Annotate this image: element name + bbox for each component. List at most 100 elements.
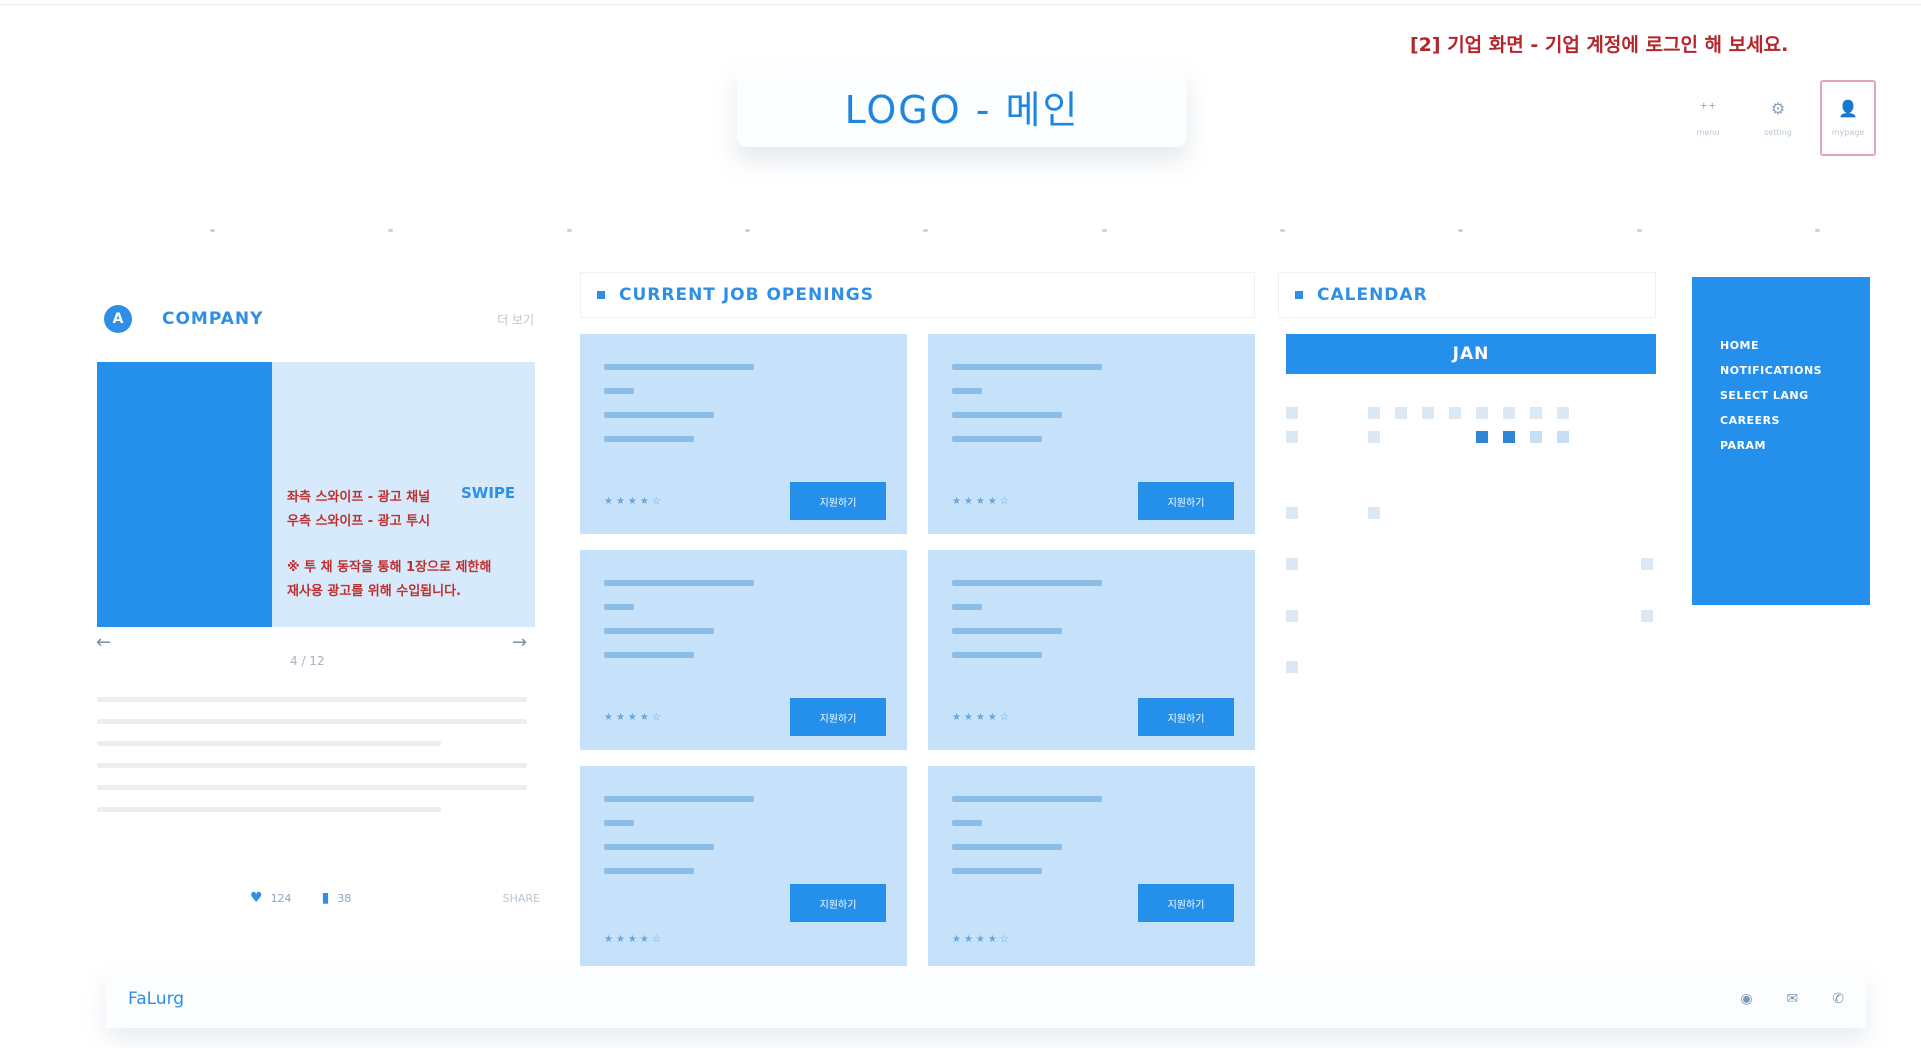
job-line <box>952 580 1102 586</box>
grid-icon: ⁺⁺ <box>1699 99 1717 118</box>
nav-dot[interactable] <box>1101 229 1107 232</box>
nav-dot[interactable] <box>1814 229 1820 232</box>
banner-text: ※ 투 채 동작을 통해 1장으로 제한해 <box>287 560 492 575</box>
job-line <box>604 580 754 586</box>
arrow-left-icon[interactable]: ← <box>96 632 111 653</box>
menu-label: menu <box>1696 128 1720 137</box>
location-icon[interactable]: ◉ <box>1740 991 1752 1007</box>
mypage-button[interactable]: 👤 mypage <box>1820 80 1876 156</box>
menu-button[interactable]: ⁺⁺ menu <box>1680 80 1736 156</box>
calendar-day[interactable] <box>1449 407 1461 419</box>
logo-header[interactable]: LOGO - 메인 <box>737 65 1187 147</box>
job-line <box>604 796 754 802</box>
apply-button[interactable]: 지원하기 <box>1138 884 1234 922</box>
job-line <box>604 628 714 634</box>
company-banner[interactable]: 좌측 스와이프 - 광고 채널 우측 스와이프 - 광고 투시 ※ 투 채 동작… <box>97 362 535 627</box>
heart-icon: ♥ <box>250 890 263 906</box>
nav-dot[interactable] <box>923 229 929 232</box>
calendar-day[interactable] <box>1530 431 1542 443</box>
job-grid: ★★★★☆ 지원하기 ★★★★☆ 지원하기 ★★★★☆ 지원하기 ★★★★☆ 지… <box>580 334 1255 966</box>
job-line <box>952 652 1042 658</box>
rating-stars: ★★★★☆ <box>952 934 1012 945</box>
bookmark-icon: ▮ <box>321 890 330 906</box>
nav-dot[interactable] <box>744 229 750 232</box>
calendar-day-selected[interactable] <box>1476 431 1488 443</box>
apply-button[interactable]: 지원하기 <box>1138 698 1234 736</box>
likes-stat[interactable]: ♥ 124 <box>250 890 292 906</box>
calendar-day[interactable] <box>1368 507 1380 519</box>
nav-dot[interactable] <box>1279 229 1285 232</box>
job-line <box>952 388 982 394</box>
calendar-day[interactable] <box>1286 558 1298 570</box>
calendar-day-selected[interactable] <box>1503 431 1515 443</box>
calendar-day[interactable] <box>1286 407 1298 419</box>
menu-item-select-lang[interactable]: SELECT LANG <box>1720 389 1870 402</box>
job-line <box>952 364 1102 370</box>
job-card[interactable]: 지원하기 ★★★★☆ <box>928 766 1255 966</box>
calendar-day[interactable] <box>1422 407 1434 419</box>
settings-button[interactable]: ⚙ setting <box>1750 80 1806 156</box>
job-line <box>952 412 1062 418</box>
banner-text: 우측 스와이프 - 광고 투시 <box>287 514 431 529</box>
apply-button[interactable]: 지원하기 <box>790 884 886 922</box>
top-divider <box>0 4 1921 5</box>
calendar-day[interactable] <box>1286 661 1298 673</box>
company-more-link[interactable]: 더 보기 <box>497 311 534 328</box>
nav-dot[interactable] <box>566 229 572 232</box>
gear-icon: ⚙ <box>1770 99 1786 118</box>
phone-icon[interactable]: ✆ <box>1832 991 1844 1007</box>
rating-stars: ★★★★☆ <box>952 496 1012 507</box>
calendar-day[interactable] <box>1368 407 1380 419</box>
calendar-day[interactable] <box>1503 407 1515 419</box>
job-card[interactable]: ★★★★☆ 지원하기 <box>928 334 1255 534</box>
mail-icon[interactable]: ✉ <box>1787 991 1799 1007</box>
calendar-day[interactable] <box>1530 407 1542 419</box>
nav-dot[interactable] <box>210 229 215 232</box>
calendar-day[interactable] <box>1641 558 1653 570</box>
menu-item-notifications[interactable]: NOTIFICATIONS <box>1720 364 1870 377</box>
menu-item-careers[interactable]: CAREERS <box>1720 414 1870 427</box>
job-line <box>604 436 694 442</box>
calendar-day[interactable] <box>1368 431 1380 443</box>
banner-text: 재사용 광고를 위해 수입됩니다. <box>287 584 461 599</box>
apply-button[interactable]: 지원하기 <box>1138 482 1234 520</box>
nav-dot[interactable] <box>1458 229 1464 232</box>
job-line <box>604 412 714 418</box>
bullet-icon <box>1295 291 1303 299</box>
calendar-day[interactable] <box>1395 407 1407 419</box>
calendar-day[interactable] <box>1557 431 1569 443</box>
calendar-day[interactable] <box>1557 407 1569 419</box>
calendar-month[interactable]: JAN <box>1286 334 1656 374</box>
calendar-day[interactable] <box>1286 507 1298 519</box>
desc-line <box>97 763 527 768</box>
saves-stat[interactable]: ▮ 38 <box>322 890 352 906</box>
apply-button[interactable]: 지원하기 <box>790 698 886 736</box>
apply-button[interactable]: 지원하기 <box>790 482 886 520</box>
desc-line <box>97 785 527 790</box>
job-line <box>952 868 1042 874</box>
nav-dot[interactable] <box>1636 229 1642 232</box>
rating-stars: ★★★★☆ <box>604 712 664 723</box>
job-line <box>952 796 1102 802</box>
calendar-title: CALENDAR <box>1317 285 1428 305</box>
calendar-day[interactable] <box>1286 431 1298 443</box>
menu-item-home[interactable]: HOME <box>1720 339 1870 352</box>
calendar-day[interactable] <box>1641 610 1653 622</box>
banner-image <box>97 362 272 627</box>
share-link[interactable]: SHARE <box>503 892 540 905</box>
arrow-right-icon[interactable]: → <box>512 632 527 653</box>
calendar-day[interactable] <box>1476 407 1488 419</box>
logo-title: LOGO - 메인 <box>844 87 1080 132</box>
job-card[interactable]: 지원하기 ★★★★☆ <box>580 766 907 966</box>
job-card[interactable]: ★★★★☆ 지원하기 <box>928 550 1255 750</box>
calendar-day[interactable] <box>1286 610 1298 622</box>
menu-item-param[interactable]: PARAM <box>1720 439 1870 452</box>
job-card[interactable]: ★★★★☆ 지원하기 <box>580 550 907 750</box>
footer: FaLurg ◉ ✉ ✆ <box>106 970 1866 1028</box>
nav-dot[interactable] <box>388 229 394 232</box>
rating-stars: ★★★★☆ <box>604 496 664 507</box>
company-stats: ♥ 124 ▮ 38 SHARE <box>250 890 540 906</box>
job-line <box>952 604 982 610</box>
footer-brand[interactable]: FaLurg <box>128 989 184 1009</box>
job-card[interactable]: ★★★★☆ 지원하기 <box>580 334 907 534</box>
